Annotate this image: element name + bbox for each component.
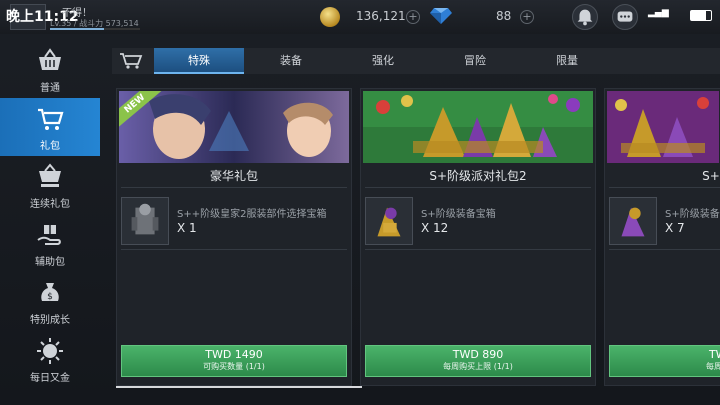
- notification-bell-icon[interactable]: [572, 4, 598, 30]
- scroll-indicator: [116, 386, 362, 388]
- sidebar-item-label: 辅助包: [35, 257, 65, 268]
- price-label: TWD 1490: [205, 348, 263, 361]
- item-quantity: X 12: [421, 221, 449, 235]
- chat-icon[interactable]: [612, 4, 638, 30]
- item-name: S+阶级装备宝箱: [421, 209, 496, 220]
- tab-limited[interactable]: 限量: [522, 48, 612, 74]
- gold-coin-icon: [320, 7, 340, 27]
- sidebar-item-label: 礼包: [40, 141, 60, 152]
- item-thumbnail: [365, 197, 413, 245]
- tab-enhance[interactable]: 强化: [338, 48, 428, 74]
- sidebar-item-label: 连续礼包: [30, 199, 70, 210]
- sidebar-item-label: 特别成长: [30, 315, 70, 326]
- signal-icon: ▂▄▆: [648, 8, 669, 18]
- divider: [365, 249, 591, 250]
- item-name: S+阶级装备: [665, 209, 720, 220]
- sidebar-item-special-growth[interactable]: $ 特别成长: [0, 272, 100, 330]
- sidebar-item-label: 每日又金: [30, 373, 70, 384]
- add-gem-button[interactable]: +: [520, 10, 534, 24]
- package-title: S+阶级派对礼包2: [429, 169, 527, 183]
- purchase-limit: 每周购买上限 (1/1): [443, 362, 513, 371]
- sidebar: 普通 礼包 连续礼包 辅助包 $ 特别成长 每日又金: [0, 40, 100, 405]
- divider: [609, 187, 720, 188]
- buy-button[interactable]: TWD 1490 可购买数量 (1/1): [121, 345, 347, 377]
- item-thumbnail: [121, 197, 169, 245]
- sun-medal-icon: [37, 338, 63, 364]
- package-card[interactable]: NEW 豪华礼包 S++阶级皇家2服装部件选择宝箱 X 1 TWD 1490 可…: [116, 88, 352, 386]
- sidebar-item-label: 普通: [40, 83, 60, 94]
- buy-button[interactable]: TWD 890 每周购买上限 (1/1): [365, 345, 591, 377]
- sidebar-item-assist-package[interactable]: 辅助包: [0, 214, 100, 272]
- divider: [121, 187, 347, 188]
- package-title: 豪华礼包: [209, 169, 258, 183]
- price-label: TWD 890: [452, 348, 504, 361]
- package-banner-image: [363, 91, 593, 163]
- gem-amount: 88: [496, 9, 512, 23]
- item-name: S++阶级皇家2服装部件选择宝箱: [177, 209, 327, 220]
- player-name: 不得！: [62, 8, 92, 19]
- item-quantity: X 1: [177, 221, 197, 235]
- tab-equipment[interactable]: 装备: [246, 48, 336, 74]
- sidebar-item-normal[interactable]: 普通: [0, 40, 100, 98]
- battery-icon: [690, 10, 712, 21]
- price-label: TWD: [708, 348, 720, 361]
- cart-icon: [38, 108, 64, 130]
- item-quantity: X 7: [665, 221, 685, 235]
- sidebar-item-package[interactable]: 礼包: [0, 98, 100, 156]
- package-card[interactable]: S+阶级 S+阶级装备 X 7 TWD 每周购买: [604, 88, 720, 386]
- purchase-limit: 每周购买: [706, 362, 720, 371]
- category-tabs: 特殊 装备 强化 冒险 限量: [112, 48, 720, 74]
- sidebar-item-daily[interactable]: 每日又金: [0, 330, 100, 388]
- tab-adventure[interactable]: 冒险: [430, 48, 520, 74]
- add-gold-button[interactable]: +: [406, 10, 420, 24]
- divider: [609, 249, 720, 250]
- svg-text:$: $: [47, 292, 53, 302]
- package-banner-image: NEW: [119, 91, 349, 163]
- divider: [121, 249, 347, 250]
- buy-button[interactable]: TWD 每周购买: [609, 345, 720, 377]
- gold-amount: 136,121: [356, 9, 406, 23]
- purchase-limit: 可购买数量 (1/1): [203, 362, 265, 371]
- item-thumbnail: [609, 197, 657, 245]
- hand-gift-icon: [37, 225, 61, 245]
- package-title: S+阶级: [702, 169, 720, 183]
- basket-icon: [39, 48, 61, 70]
- xp-bar: [50, 28, 140, 30]
- money-bag-icon: $: [41, 283, 59, 302]
- package-banner-image: [607, 91, 719, 163]
- package-card[interactable]: S+阶级派对礼包2 S+阶级装备宝箱 X 12 TWD 890 每周购买上限 (…: [360, 88, 596, 386]
- tab-special[interactable]: 特殊: [154, 48, 244, 74]
- shop-screen: 晚上11:12 不得！ Lv.35 / 战斗力 573,514 136,121 …: [0, 0, 720, 405]
- cart-icon: [120, 53, 143, 69]
- divider: [365, 187, 591, 188]
- basket-stack-icon: [39, 163, 61, 187]
- top-bar: 晚上11:12 不得！ Lv.35 / 战斗力 573,514 136,121 …: [0, 0, 720, 34]
- gem-icon: [430, 8, 452, 24]
- sidebar-item-continuous-package[interactable]: 连续礼包: [0, 156, 100, 214]
